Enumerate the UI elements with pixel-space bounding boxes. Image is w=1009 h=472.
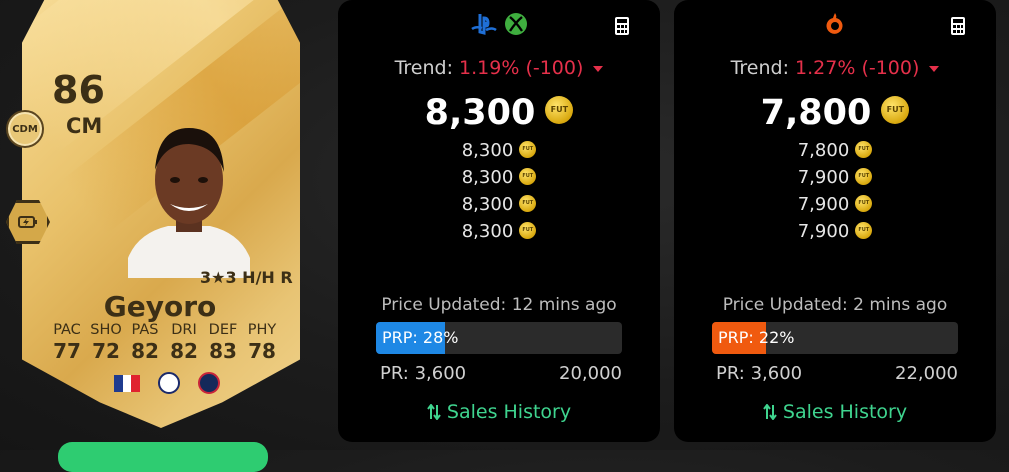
coin-icon: FUT xyxy=(881,96,910,124)
sales-history-label: Sales History xyxy=(782,401,908,423)
list-item: 7,900 FUT xyxy=(674,194,996,221)
console-price-panel: Trend: 1.19% (-100) 8,300 FUT 8,300 FUT 8,… xyxy=(338,0,660,442)
current-price: 7,800 FUT xyxy=(674,93,996,133)
sort-arrows-icon xyxy=(427,403,441,421)
recent-price-value: 7,900 xyxy=(797,221,850,242)
price-range-min: PR: 3,600 xyxy=(716,363,803,384)
prp-progress-bar: PRP: 22% xyxy=(712,322,958,354)
stat-label-sho: SHO xyxy=(90,322,122,338)
stat-value-phy: 78 xyxy=(248,339,276,363)
recent-prices-list: 8,300 FUT 8,300 FUT 8,300 FUT 8,300 FUT xyxy=(338,140,660,248)
stat-value-def: 83 xyxy=(209,339,237,363)
recent-price-value: 7,800 xyxy=(797,140,850,161)
price-trend: Trend: 1.19% (-100) xyxy=(338,57,660,79)
recent-price-value: 8,300 xyxy=(461,194,514,215)
price-range: PR: 3,600 20,000 xyxy=(380,363,622,384)
sales-history-link[interactable]: Sales History xyxy=(338,401,660,423)
player-card-area: 86 CM CDM 3★3 H/H R Geyoro PAC SHO PAS D… xyxy=(0,0,320,472)
coin-icon: FUT xyxy=(855,140,873,158)
price-range: PR: 3,600 22,000 xyxy=(716,363,958,384)
price-range-max: 22,000 xyxy=(895,363,958,384)
recent-price-value: 8,300 xyxy=(461,221,514,242)
recent-price-value: 7,900 xyxy=(797,167,850,188)
coin-icon: FUT xyxy=(519,194,537,212)
sort-arrows-icon xyxy=(763,403,777,421)
price-range-max: 20,000 xyxy=(559,363,622,384)
trend-label: Trend: xyxy=(730,57,789,79)
recent-price-value: 8,300 xyxy=(461,140,514,161)
list-item: 8,300 FUT xyxy=(338,194,660,221)
stat-value-pas: 82 xyxy=(131,339,159,363)
recent-price-value: 7,900 xyxy=(797,194,850,215)
playstation-icon xyxy=(471,14,497,35)
panel-header xyxy=(674,12,996,40)
skills-weakfoot-workrates: 3★3 H/H R xyxy=(200,268,293,287)
list-item: 7,900 FUT xyxy=(674,167,996,194)
alt-position-badge[interactable]: CDM xyxy=(6,110,44,148)
platform-icons xyxy=(674,12,996,36)
stat-label-pac: PAC xyxy=(53,322,81,338)
current-price-value: 7,800 xyxy=(760,93,872,133)
player-portrait xyxy=(128,128,250,278)
card-action-button[interactable] xyxy=(58,442,268,472)
player-name: Geyoro xyxy=(103,290,217,323)
caret-down-icon xyxy=(929,65,940,72)
coin-icon: FUT xyxy=(855,167,873,185)
caret-down-icon xyxy=(593,65,604,72)
price-range-min: PR: 3,600 xyxy=(380,363,467,384)
card-badges xyxy=(114,372,220,394)
trend-label: Trend: xyxy=(394,57,453,79)
price-updated-text: Price Updated: 2 mins ago xyxy=(722,295,948,315)
price-updated-text: Price Updated: 12 mins ago xyxy=(381,295,617,315)
pc-price-panel: Trend: 1.27% (-100) 7,800 FUT 7,800 FUT 7,… xyxy=(674,0,996,442)
stat-value-pac: 77 xyxy=(53,339,81,363)
prp-label: PRP: 22% xyxy=(718,328,795,347)
sales-history-label: Sales History xyxy=(446,401,572,423)
stat-label-pas: PAS xyxy=(131,322,159,338)
coin-icon: FUT xyxy=(855,221,873,239)
stat-value-dri: 82 xyxy=(170,339,198,363)
france-flag-icon xyxy=(114,374,141,392)
xbox-icon xyxy=(505,13,527,35)
calculator-icon[interactable] xyxy=(614,16,630,36)
stat-value-sho: 72 xyxy=(92,339,120,363)
sales-history-link[interactable]: Sales History xyxy=(674,401,996,423)
player-rating: 86 xyxy=(52,68,105,112)
list-item: 7,800 FUT xyxy=(674,140,996,167)
stat-label-def: DEF xyxy=(208,322,238,338)
league-badge-icon xyxy=(158,372,180,394)
prp-progress-bar: PRP: 28% xyxy=(376,322,622,354)
calculator-icon[interactable] xyxy=(950,16,966,36)
coin-icon: FUT xyxy=(519,140,537,158)
trend-value: 1.19% (-100) xyxy=(459,57,584,79)
player-stats: PAC SHO PAS DRI DEF PHY 77 72 82 82 83 7… xyxy=(48,322,281,363)
list-item: 8,300 FUT xyxy=(338,221,660,248)
panel-header xyxy=(338,12,660,40)
stat-label-phy: PHY xyxy=(247,322,277,338)
origin-icon xyxy=(826,13,843,34)
coin-icon: FUT xyxy=(519,221,537,239)
list-item: 8,300 FUT xyxy=(338,167,660,194)
psg-badge-icon xyxy=(198,372,220,394)
price-trend: Trend: 1.27% (-100) xyxy=(674,57,996,79)
recent-price-value: 8,300 xyxy=(461,167,514,188)
list-item: 7,900 FUT xyxy=(674,221,996,248)
trend-value: 1.27% (-100) xyxy=(795,57,920,79)
coin-icon: FUT xyxy=(545,96,574,124)
current-price-value: 8,300 xyxy=(424,93,536,133)
platform-icons xyxy=(338,12,660,36)
stat-label-dri: DRI xyxy=(171,322,197,338)
coin-icon: FUT xyxy=(519,167,537,185)
coin-icon: FUT xyxy=(855,194,873,212)
prp-label: PRP: 28% xyxy=(382,328,459,347)
player-position: CM xyxy=(66,114,103,138)
recent-prices-list: 7,800 FUT 7,900 FUT 7,900 FUT 7,900 FUT xyxy=(674,140,996,248)
list-item: 8,300 FUT xyxy=(338,140,660,167)
current-price: 8,300 FUT xyxy=(338,93,660,133)
